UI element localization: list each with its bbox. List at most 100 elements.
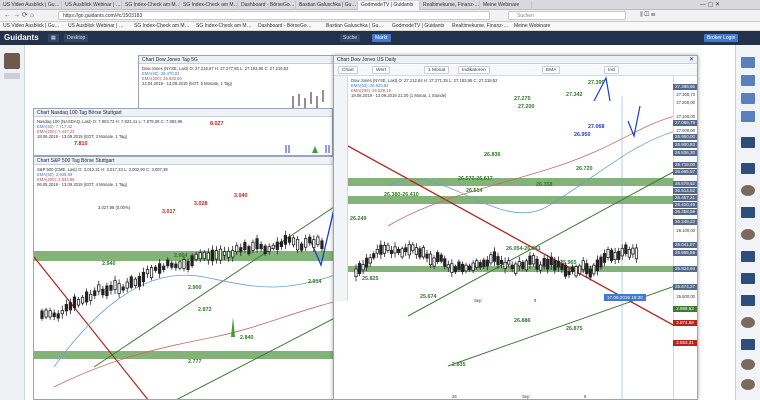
grid-icon[interactable]: ▦ [48, 34, 59, 42]
candle-body [93, 290, 97, 296]
dock-item[interactable] [4, 73, 20, 79]
bookmark[interactable]: US Ausblick Webinar | … [68, 22, 124, 31]
sidebar-avatar[interactable] [741, 185, 755, 196]
chart-type-button[interactable]: Chart [338, 66, 358, 74]
candle-body [510, 264, 514, 270]
panel-title[interactable]: Chart Dow Jones US Daily [334, 56, 697, 64]
browser-tab[interactable]: US Video Ausblick | Gu… [0, 1, 62, 10]
left-dock [0, 45, 25, 400]
sidebar-app-icon[interactable] [741, 251, 755, 262]
browser-tab[interactable]: Meine Webinare [480, 1, 532, 10]
candle-body [436, 252, 440, 263]
candle-body [567, 271, 571, 276]
browser-tab[interactable]: Realtimekurse, Finanz-… [420, 1, 480, 10]
browser-search-field[interactable]: Suchen [508, 11, 626, 20]
avatar[interactable] [4, 53, 20, 69]
panel-nasdaq[interactable]: Chart Nasdaq 100 Tag Börse Stuttgart Nas… [33, 108, 333, 156]
browser-tab[interactable]: US Ausblick Webinar | … [62, 1, 122, 10]
legend-line: 22.04.2019 - 13.09.2019 (EOT, 5 Monate, … [142, 81, 233, 86]
back-forward-icon[interactable]: ← → ⟳ ⌂ [4, 11, 34, 20]
panel-title[interactable]: Chart S&P 500 Tag Börse Stuttgart [34, 157, 354, 165]
candle-body [72, 296, 77, 309]
indicators-button[interactable]: Indikatoren [458, 66, 490, 74]
x-tick: Sep [522, 394, 530, 399]
window-controls[interactable]: — ▢ ✕ [700, 1, 720, 9]
panel-title[interactable]: Chart Nasdaq 100 Tag Börse Stuttgart [34, 109, 332, 117]
bookmark[interactable]: GodmodeTV | Guidants [392, 22, 444, 31]
sidebar-avatar[interactable] [741, 359, 755, 370]
panel-sp500[interactable]: Chart S&P 500 Tag Börse Stuttgart S&P 50… [33, 156, 355, 400]
bookmark[interactable]: Realtimekurse, Finanz-… [452, 22, 508, 31]
desktop-button[interactable]: Desktop [64, 34, 89, 42]
sidebar-app-icon[interactable] [741, 137, 755, 148]
candle-body [312, 239, 316, 248]
candle-body [357, 263, 362, 274]
sidebar-app-icon[interactable] [741, 207, 755, 218]
candle-body [214, 250, 219, 260]
browser-tab-active[interactable]: GodmodeTV | Guidants [358, 1, 420, 10]
candle-body [162, 265, 166, 270]
axis-tag: 26.579,62 [673, 181, 697, 187]
level-label: 2.835 [452, 362, 466, 368]
axis-tick: 27.200,00 [676, 100, 695, 105]
candle-body [40, 310, 44, 319]
bookmark[interactable]: Bastian Galuschka | Gu… [326, 22, 383, 31]
candle-body [453, 266, 457, 273]
browser-tab[interactable]: Dashboard - BörseGo… [238, 1, 296, 10]
candle-body [617, 250, 621, 260]
sidebar-app-icon[interactable] [741, 163, 755, 174]
candle-body [464, 264, 468, 272]
level-label: 27.200 [518, 104, 535, 110]
candle-body [190, 255, 194, 267]
url-field[interactable]: https://go.guidants.com/#c/1503183 [58, 11, 490, 20]
timeframe-button[interactable]: 1 Monat [424, 66, 450, 74]
bookmark[interactable]: US Video Ausblick | Gu… [3, 22, 60, 31]
sidebar-app-icon[interactable] [741, 111, 755, 122]
level-label: 27.342 [566, 92, 583, 98]
sidebar-app-icon[interactable] [741, 93, 755, 104]
candle-body [64, 304, 68, 312]
bookmark[interactable]: Meine Webinare [514, 22, 550, 31]
sidebar-app-icon[interactable] [741, 295, 755, 306]
sidebar-app-icon[interactable] [741, 339, 755, 350]
candle-body [239, 247, 243, 253]
panel-title[interactable]: Chart Dow Jones Tag 5G [139, 56, 339, 64]
bookmark[interactable]: SG Index-Check am M… [196, 22, 252, 31]
panel-close-icon[interactable]: ✕ [689, 56, 694, 64]
candle-body [222, 251, 227, 256]
sidebar-avatar[interactable] [741, 317, 755, 328]
drawing-tools[interactable] [334, 76, 348, 301]
sidebar-avatar[interactable] [741, 379, 755, 390]
browser-tab[interactable]: SG Index-Check am M… [122, 1, 180, 10]
value-button[interactable]: Wert [372, 66, 391, 74]
candle-body [499, 260, 504, 265]
candle-body [450, 263, 454, 273]
candle-body [578, 265, 582, 274]
axis-tag: 26.836,30 [673, 150, 697, 156]
candle-body [609, 249, 614, 262]
candle-body [80, 296, 85, 304]
browser-tab[interactable]: SG Index-Check am M… [180, 1, 238, 10]
ema-button[interactable]: EMA [542, 66, 561, 74]
ind-button[interactable]: Ind [604, 66, 619, 74]
candle-body [546, 258, 550, 270]
broker-login-button[interactable]: Broker Login [704, 34, 739, 42]
search-button[interactable]: Suche [340, 34, 361, 42]
x-tick: 9 [534, 298, 537, 303]
browser-tab[interactable]: Bastian Galuschka | Gu… [296, 1, 358, 10]
axis-tag: 26.410,49 [673, 202, 697, 208]
browser-menu-icon[interactable]: ⫼ ◫ ☰ [640, 11, 655, 20]
sidebar-avatar[interactable] [741, 229, 755, 240]
candle-body [198, 252, 202, 260]
sidebar-app-icon[interactable] [741, 57, 755, 68]
candle-body [361, 263, 365, 271]
sidebar-app-icon[interactable] [741, 75, 755, 86]
sidebar-app-icon[interactable] [741, 273, 755, 284]
bookmark[interactable]: SG Index-Check am M… [134, 22, 190, 31]
candle-body [194, 253, 198, 261]
market-button[interactable]: Markt [372, 34, 391, 42]
bookmark[interactable]: Dashboard - BörseGo… [258, 22, 312, 31]
candle-body [52, 312, 56, 318]
panel-dow-main[interactable]: Chart Dow Jones US Daily ✕ Chart Wert 1 … [333, 55, 698, 400]
candle-body [113, 279, 117, 290]
